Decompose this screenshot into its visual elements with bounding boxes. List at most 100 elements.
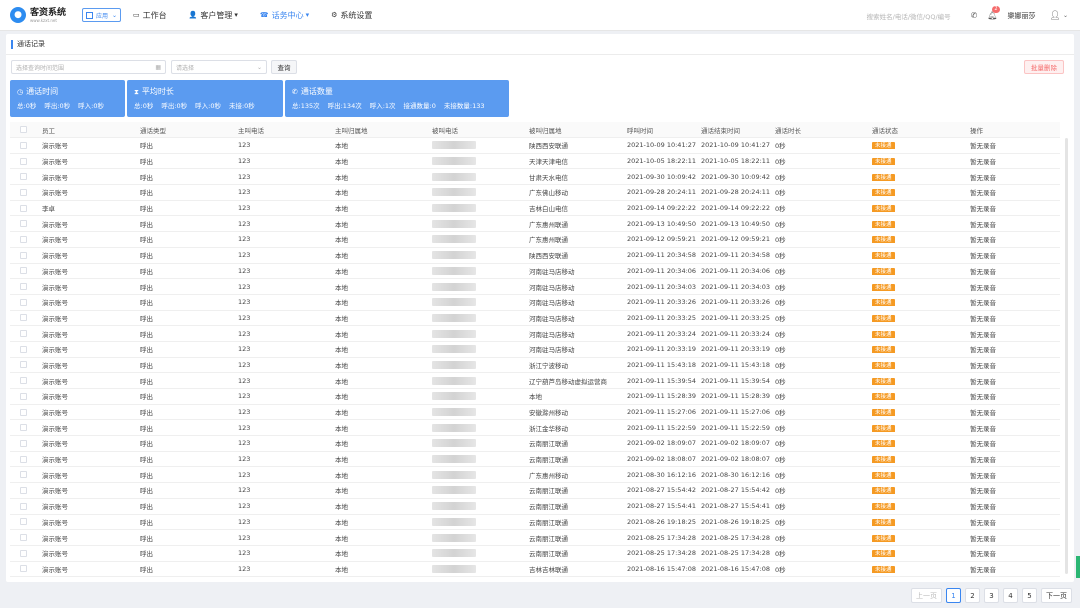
user-avatar-icon[interactable]: 👤︎ (1050, 11, 1061, 21)
date-range-input[interactable]: 选择查询时间范围 ▦ (11, 60, 166, 74)
table-cell: 2021-09-11 20:33:24 (701, 329, 771, 338)
table-row: 演示账号 呼出 123 本地 甘肃天水电信 2021-09-30 10:09:42 2021… (10, 169, 1060, 186)
row-checkbox[interactable] (20, 267, 27, 275)
nav-item-customers[interactable]: 👤 客户管理 ▾ (189, 10, 238, 21)
row-checkbox[interactable] (20, 235, 27, 243)
row-checkbox[interactable] (20, 314, 27, 322)
action-recording[interactable]: 暂无录音 (970, 454, 1060, 464)
row-checkbox[interactable] (20, 565, 27, 573)
action-recording[interactable]: 暂无录音 (970, 391, 1060, 401)
row-checkbox[interactable] (20, 283, 27, 291)
row-checkbox[interactable] (20, 455, 27, 463)
action-recording[interactable]: 暂无录音 (970, 187, 1060, 197)
prev-page-button[interactable]: 上一页 (911, 588, 942, 603)
row-checkbox[interactable] (20, 220, 27, 228)
row-checkbox[interactable] (20, 330, 27, 338)
table-cell: 2021-09-14 09:22:22 (701, 204, 771, 213)
row-checkbox[interactable] (20, 471, 27, 479)
table-row: 演示账号 呼出 123 本地 云南丽江联通 2021-08-26 19:18:25 2021… (10, 515, 1060, 531)
action-recording[interactable]: 暂无录音 (970, 297, 1060, 307)
nav-item-call-center[interactable]: ☎ 话务中心 ▾ (260, 10, 309, 21)
action-recording[interactable]: 暂无录音 (970, 313, 1060, 323)
logo[interactable]: ● 客资系统 www.kzxt.net (10, 7, 80, 23)
table-row: 演示账号 呼出 123 本地 浙江宁波移动 2021-09-11 15:43:18 2021… (10, 358, 1060, 374)
page-button[interactable]: 3 (984, 588, 999, 603)
action-recording[interactable]: 暂无录音 (970, 266, 1060, 276)
global-search-input[interactable]: 搜索姓名/电话/微信/QQ/编号 (867, 11, 951, 21)
row-checkbox[interactable] (20, 188, 27, 196)
action-recording[interactable]: 暂无录音 (970, 140, 1060, 150)
table-cell: 2021-09-14 09:22:22 (627, 204, 697, 213)
action-recording[interactable]: 暂无录音 (970, 250, 1060, 260)
action-recording[interactable]: 暂无录音 (970, 219, 1060, 229)
select-all-checkbox[interactable] (20, 126, 27, 133)
action-recording[interactable]: 暂无录音 (970, 360, 1060, 370)
column-header: 通话结束时间 (701, 126, 740, 135)
row-checkbox[interactable] (20, 298, 27, 306)
action-recording[interactable]: 暂无录音 (970, 423, 1060, 433)
row-checkbox[interactable] (20, 486, 27, 494)
action-recording[interactable]: 暂无录音 (970, 282, 1060, 292)
row-checkbox[interactable] (20, 345, 27, 353)
action-recording[interactable]: 暂无录音 (970, 485, 1060, 495)
app-switch-button[interactable]: 应用 ⌄ (82, 8, 122, 22)
action-recording[interactable]: 暂无录音 (970, 438, 1060, 448)
row-checkbox[interactable] (20, 502, 27, 510)
row-checkbox[interactable] (20, 173, 27, 181)
filter-select[interactable]: 请选择 ⌄ (171, 60, 267, 74)
action-recording[interactable]: 暂无录音 (970, 501, 1060, 511)
action-recording[interactable]: 暂无录音 (970, 203, 1060, 213)
row-checkbox[interactable] (20, 439, 27, 447)
action-recording[interactable]: 暂无录音 (970, 470, 1060, 480)
row-checkbox[interactable] (20, 377, 27, 385)
row-checkbox[interactable] (20, 251, 27, 259)
row-checkbox[interactable] (20, 534, 27, 542)
row-checkbox[interactable] (20, 549, 27, 557)
table-cell: 呼出 (140, 518, 153, 527)
side-float-tab[interactable] (1076, 556, 1080, 578)
action-recording[interactable]: 暂无录音 (970, 548, 1060, 558)
row-checkbox[interactable] (20, 518, 27, 526)
phone-icon[interactable]: ✆ (971, 11, 978, 20)
callee-phone-masked (432, 345, 529, 354)
row-checkbox[interactable] (20, 204, 27, 212)
action-recording[interactable]: 暂无录音 (970, 172, 1060, 182)
bell-icon[interactable]: 🔔︎ 2 (987, 6, 1000, 20)
action-recording[interactable]: 暂无录音 (970, 564, 1060, 574)
action-recording[interactable]: 暂无录音 (970, 329, 1060, 339)
page-button[interactable]: 4 (1003, 588, 1018, 603)
row-checkbox[interactable] (20, 408, 27, 416)
table-scrollbar[interactable] (1065, 138, 1068, 574)
query-button[interactable]: 查询 (271, 60, 297, 74)
row-checkbox[interactable] (20, 424, 27, 432)
next-page-button[interactable]: 下一页 (1041, 588, 1072, 603)
action-recording[interactable]: 暂无录音 (970, 407, 1060, 417)
row-checkbox[interactable] (20, 141, 27, 149)
status-badge: 未接通 (872, 424, 895, 432)
chevron-down-icon[interactable]: ⌄ (1063, 12, 1068, 19)
page-button[interactable]: 2 (965, 588, 980, 603)
nav-item-settings[interactable]: ⚙ 系统设置 (331, 10, 372, 21)
row-checkbox[interactable] (20, 361, 27, 369)
action-recording[interactable]: 暂无录音 (970, 533, 1060, 543)
table-cell: 0秒 (775, 518, 786, 527)
table-cell: 2021-08-16 15:47:08 (701, 564, 771, 573)
action-recording[interactable]: 暂无录音 (970, 517, 1060, 527)
action-recording[interactable]: 暂无录音 (970, 344, 1060, 354)
batch-delete-button[interactable]: 批量删除 (1024, 60, 1064, 74)
status-badge: 未接通 (872, 361, 895, 369)
page-button[interactable]: 1 (946, 588, 961, 603)
card-title: 平均时长 (141, 87, 174, 96)
masked-phone (432, 455, 476, 464)
action-recording[interactable]: 暂无录音 (970, 234, 1060, 244)
table-cell: 河南驻马店移动 (529, 299, 575, 308)
row-checkbox[interactable] (20, 392, 27, 400)
row-checkbox[interactable] (20, 157, 27, 165)
nav-item-workbench[interactable]: ▭ 工作台 (133, 10, 167, 21)
table-cell: 2021-09-11 20:34:58 (627, 251, 697, 260)
nav-label: 客户管理 (200, 10, 233, 20)
page-button[interactable]: 5 (1022, 588, 1037, 603)
user-name[interactable]: 樂娜丽莎 (1008, 11, 1036, 21)
action-recording[interactable]: 暂无录音 (970, 376, 1060, 386)
action-recording[interactable]: 暂无录音 (970, 156, 1060, 166)
